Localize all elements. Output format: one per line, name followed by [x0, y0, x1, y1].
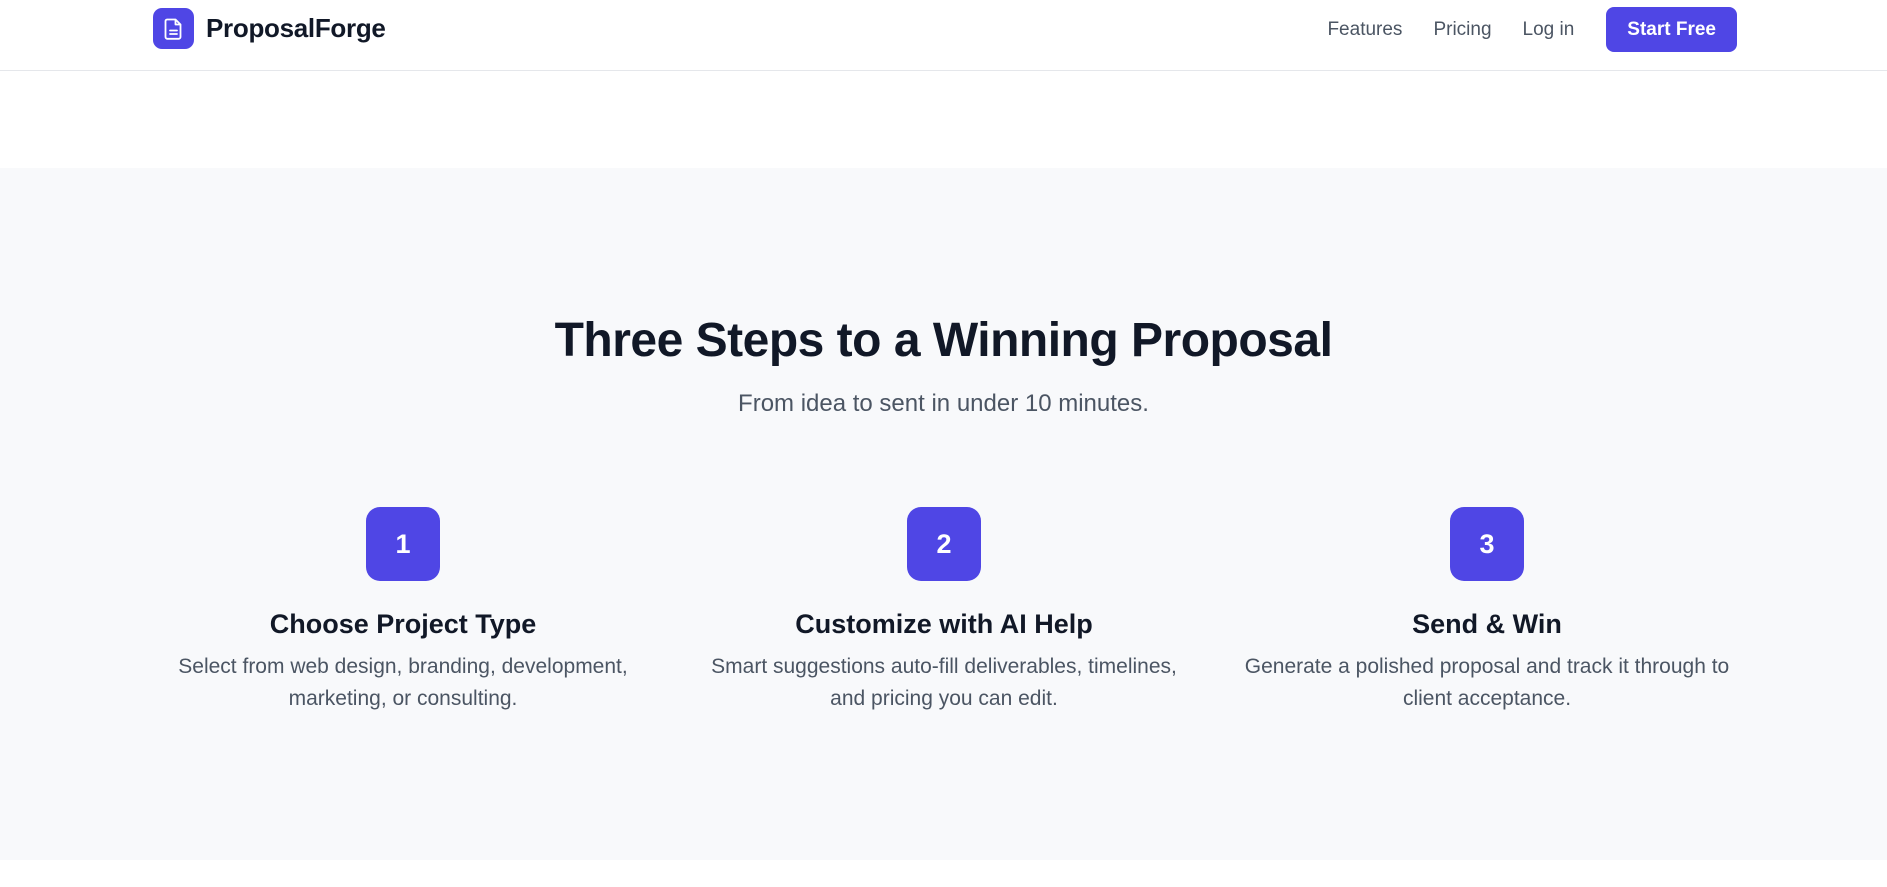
- nav-link-login[interactable]: Log in: [1523, 19, 1575, 41]
- site-header: ProposalForge Features Pricing Log in St…: [0, 0, 1887, 71]
- step-title: Choose Project Type: [269, 609, 537, 639]
- section-title: Three Steps to a Winning Proposal: [554, 314, 1333, 367]
- document-icon: [153, 8, 194, 49]
- nav-link-pricing[interactable]: Pricing: [1433, 19, 1491, 41]
- step-description: Generate a polished proposal and track i…: [1244, 655, 1730, 710]
- main-nav: Features Pricing Log in Start Free: [1327, 7, 1737, 52]
- step-title: Customize with AI Help: [795, 609, 1093, 639]
- step-number-badge: 1: [366, 507, 440, 581]
- step-description: Select from web design, branding, develo…: [178, 655, 628, 710]
- page-bottom-strip: [0, 860, 1887, 887]
- step-card-3: 3 Send & Win Generate a polished proposa…: [1232, 507, 1742, 715]
- section-subtitle: From idea to sent in under 10 minutes.: [738, 390, 1149, 417]
- step-title: Send & Win: [1412, 609, 1562, 639]
- brand-name: ProposalForge: [206, 13, 386, 43]
- start-free-button[interactable]: Start Free: [1606, 7, 1737, 52]
- brand-logo[interactable]: ProposalForge: [153, 8, 386, 49]
- step-number-badge: 2: [907, 507, 981, 581]
- step-card-2: 2 Customize with AI Help Smart suggestio…: [689, 507, 1199, 715]
- step-number-badge: 3: [1450, 507, 1524, 581]
- steps-section: Three Steps to a Winning Proposal From i…: [0, 168, 1887, 860]
- step-card-1: 1 Choose Project Type Select from web de…: [148, 507, 658, 715]
- nav-link-features[interactable]: Features: [1327, 19, 1402, 41]
- step-description: Smart suggestions auto-fill deliverables…: [711, 655, 1177, 710]
